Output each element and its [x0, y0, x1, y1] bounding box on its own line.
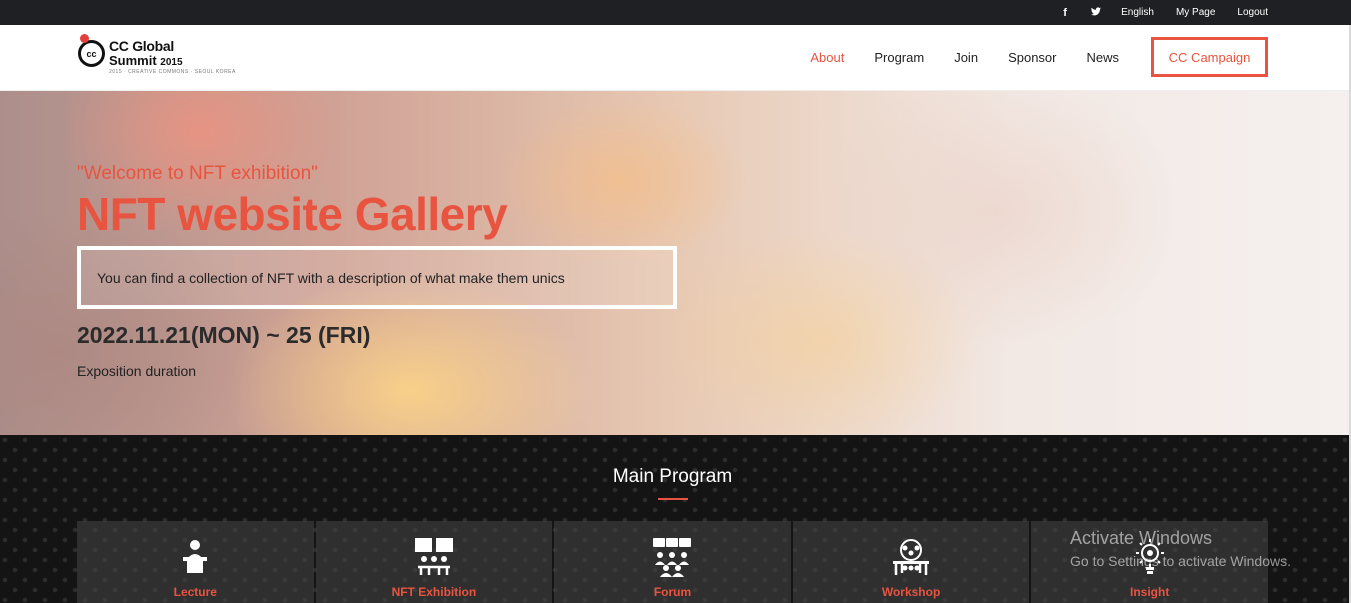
program-card-label: Insight — [1130, 585, 1170, 599]
logo-dot — [80, 34, 89, 43]
program-card-forum[interactable]: Forum — [554, 521, 791, 603]
nav-program[interactable]: Program — [874, 50, 924, 65]
forum-icon — [653, 538, 692, 577]
hero-title: NFT website Gallery — [77, 188, 508, 240]
nav-sponsor[interactable]: Sponsor — [1008, 50, 1056, 65]
top-links: f English My Page Logout — [1061, 0, 1268, 25]
activation-watermark-text: Go to Settings to activate Windows. — [1070, 553, 1291, 569]
program-card-label: Workshop — [881, 585, 941, 599]
logo-line2: Summit 2015 — [109, 53, 183, 68]
language-link[interactable]: English — [1121, 7, 1154, 18]
main-program-section: Main Program Lecture NFT Exhibition Foru… — [0, 435, 1351, 603]
lecture-icon — [183, 540, 208, 573]
nav-join[interactable]: Join — [954, 50, 978, 65]
program-card-lecture[interactable]: Lecture — [77, 521, 314, 603]
twitter-icon[interactable] — [1091, 6, 1102, 19]
hero-kicker: "Welcome to NFT exhibition" — [77, 163, 318, 184]
site-header: cc CC Global Summit 2015 2015 · CREATIVE… — [0, 25, 1351, 91]
logout-link[interactable]: Logout — [1237, 7, 1268, 18]
exhibition-icon — [414, 538, 453, 575]
event-date-caption: Exposition duration — [77, 363, 197, 379]
program-card-workshop[interactable]: Workshop — [792, 521, 1030, 603]
top-bar: f English My Page Logout — [0, 0, 1351, 25]
cc-logo-icon: cc — [78, 40, 105, 67]
facebook-icon[interactable]: f — [1061, 7, 1069, 19]
section-title: Main Program — [612, 466, 733, 487]
title-underline — [658, 498, 688, 500]
my-page-link[interactable]: My Page — [1176, 7, 1215, 18]
main-nav: About Program Join Sponsor News CC Campa… — [780, 37, 1268, 77]
program-card-label: Forum — [653, 585, 692, 599]
hero-description: You can find a collection of NFT with a … — [77, 246, 677, 309]
nav-news[interactable]: News — [1086, 50, 1119, 65]
nav-about[interactable]: About — [810, 50, 844, 65]
program-card-nft-exhibition[interactable]: NFT Exhibition — [315, 521, 553, 603]
logo-line1: CC Global — [109, 38, 174, 54]
logo-tagline: 2015 · CREATIVE COMMONS · SEOUL KOREA — [109, 69, 236, 75]
program-card-label: Lecture — [173, 585, 217, 599]
event-date: 2022.11.21(MON) ~ 25 (FRI) — [77, 322, 371, 348]
hero-banner: "Welcome to NFT exhibition" NFT website … — [0, 91, 1351, 435]
cc-campaign-button[interactable]: CC Campaign — [1151, 37, 1268, 77]
workshop-icon — [893, 539, 930, 575]
program-card-label: NFT Exhibition — [391, 585, 477, 599]
activation-watermark-title: Activate Windows — [1070, 528, 1213, 548]
site-logo[interactable]: cc CC Global Summit 2015 2015 · CREATIVE… — [78, 33, 235, 81]
